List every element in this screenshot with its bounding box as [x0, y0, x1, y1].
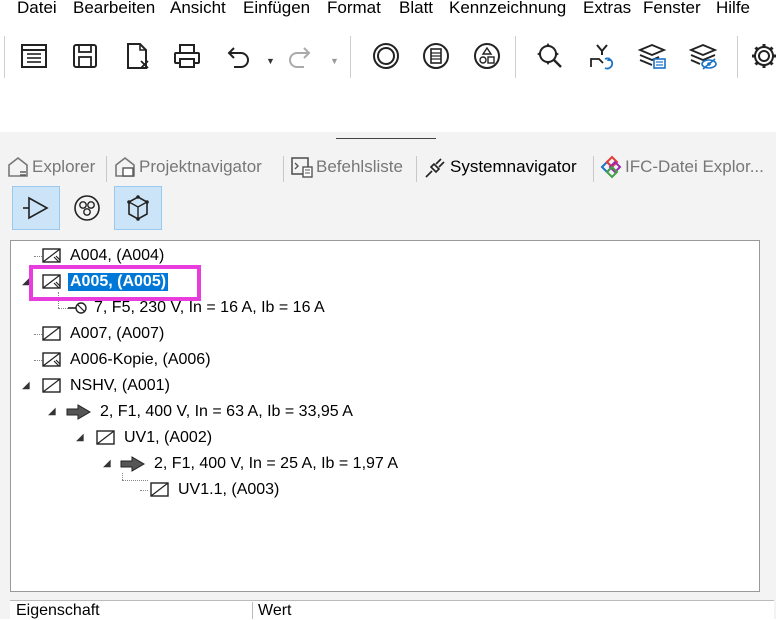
- tab-befehlsliste[interactable]: Befehlsliste: [290, 152, 403, 182]
- tree-connector: [34, 256, 42, 257]
- layers-eye-icon[interactable]: [685, 38, 721, 74]
- distribution-board-icon: [42, 378, 61, 393]
- cube-button[interactable]: [114, 186, 162, 230]
- menu-hilfe[interactable]: Hilfe: [716, 0, 750, 18]
- symbols-icon[interactable]: [469, 38, 505, 74]
- feeder-arrow-icon: [120, 456, 145, 472]
- tree-row-label: 2, F1, 400 V, In = 25 A, Ib = 1,97 A: [154, 455, 399, 472]
- save-icon[interactable]: [67, 38, 103, 74]
- tab-ifc-datei-explorer[interactable]: IFC-Datei Explor...: [599, 152, 764, 182]
- close-document-icon[interactable]: [119, 38, 155, 74]
- cabinet-icon[interactable]: [418, 38, 454, 74]
- tree-row-label: NSHV, (A001): [70, 377, 170, 394]
- three-circles-button[interactable]: [63, 186, 111, 230]
- tab-label: Explorer: [32, 157, 96, 176]
- tree-connector: [122, 480, 148, 481]
- menu-bearbeiten[interactable]: Bearbeiten: [73, 0, 155, 18]
- tree-connector: [140, 490, 148, 491]
- document-list-icon[interactable]: [16, 38, 52, 74]
- toolbar-separator: [737, 36, 738, 78]
- zoom-fit-icon[interactable]: [532, 38, 568, 74]
- tree-row-a007[interactable]: A007, (A007): [42, 322, 166, 346]
- tab-label: Projektnavigator: [139, 157, 262, 176]
- distribution-board-icon: [42, 248, 61, 263]
- tree-row-label: A006-Kopie, (A006): [70, 351, 211, 368]
- distribution-board-icon: [42, 352, 61, 367]
- undo-dropdown-icon[interactable]: ▼: [266, 56, 275, 66]
- expand-toggle-icon[interactable]: ◢: [48, 406, 56, 417]
- expand-toggle-icon[interactable]: ◢: [76, 432, 84, 443]
- tree-row-label: UV1, (A002): [124, 429, 213, 446]
- tab-separator: [283, 156, 284, 182]
- distribution-board-icon: [42, 326, 61, 341]
- tab-projektnavigator[interactable]: Projektnavigator: [113, 152, 262, 182]
- menu-einfuegen[interactable]: Einfügen: [243, 0, 310, 18]
- route-icon[interactable]: [584, 38, 620, 74]
- layers-icon[interactable]: [634, 38, 670, 74]
- menu-ansicht[interactable]: Ansicht: [170, 0, 226, 18]
- property-column-header[interactable]: Eigenschaft: [16, 602, 246, 619]
- three-circles-icon: [74, 195, 100, 221]
- tree-connector: [34, 334, 42, 335]
- distribution-board-icon: [150, 482, 169, 497]
- tab-label: Befehlsliste: [316, 157, 403, 176]
- tree-row-label: UV1.1, (A003): [178, 481, 280, 498]
- panel-splitter[interactable]: [336, 138, 436, 139]
- tab-separator: [593, 156, 594, 182]
- tree-row-a006[interactable]: A006-Kopie, (A006): [42, 348, 213, 372]
- tree-row-feeder-f1-63a[interactable]: 2, F1, 400 V, In = 63 A, Ib = 33,95 A: [66, 400, 355, 424]
- expand-toggle-icon[interactable]: ◢: [103, 458, 111, 469]
- play-arrow-button[interactable]: [12, 186, 60, 230]
- menu-kennzeichnung[interactable]: Kennzeichnung: [449, 0, 566, 18]
- print-icon[interactable]: [169, 38, 205, 74]
- menu-fenster[interactable]: Fenster: [643, 0, 701, 18]
- redo-dropdown-icon[interactable]: ▼: [330, 56, 339, 66]
- ifc-icon: [600, 155, 622, 179]
- column-separator[interactable]: [252, 602, 253, 619]
- selection-highlight-box: [29, 265, 201, 301]
- tree-row-label: 2, F1, 400 V, In = 63 A, Ib = 33,95 A: [100, 403, 353, 420]
- tab-systemnavigator[interactable]: Systemnavigator: [424, 152, 577, 182]
- circuit-lamp-icon: [68, 302, 87, 314]
- value-column-header[interactable]: Wert: [258, 602, 458, 619]
- tab-separator: [106, 156, 107, 182]
- tree-row-label: 7, F5, 230 V, In = 16 A, Ib = 16 A: [94, 299, 325, 316]
- house-navigator-icon: [115, 156, 135, 177]
- menu-datei[interactable]: Datei: [17, 0, 57, 18]
- plug-icon: [425, 158, 445, 178]
- house-icon: [8, 156, 28, 177]
- tree-row-label: A004, (A004): [70, 247, 165, 264]
- redo-icon[interactable]: [283, 38, 319, 74]
- tree-row-feeder-f1-25a[interactable]: 2, F1, 400 V, In = 25 A, Ib = 1,97 A: [120, 452, 400, 476]
- tab-label: IFC-Datei Explor...: [625, 157, 764, 176]
- distribution-board-icon: [96, 430, 115, 445]
- feeder-arrow-icon: [66, 404, 91, 420]
- tree-connector: [34, 360, 42, 361]
- undo-icon[interactable]: [219, 38, 255, 74]
- menu-format[interactable]: Format: [327, 0, 381, 18]
- tree-row-uv1-1[interactable]: UV1.1, (A003): [150, 478, 281, 502]
- tab-separator: [416, 156, 417, 182]
- tree-row-uv1[interactable]: UV1, (A002): [96, 426, 214, 450]
- command-list-icon: [291, 157, 313, 178]
- tab-label: Systemnavigator: [450, 157, 577, 176]
- menu-bar: Datei Bearbeiten Ansicht Einfügen Format…: [0, 0, 776, 22]
- settings-icon[interactable]: [749, 38, 776, 74]
- tree-connector: [58, 308, 68, 309]
- cube-icon: [127, 195, 149, 221]
- toolbar-separator: [515, 36, 516, 78]
- menu-blatt[interactable]: Blatt: [399, 0, 433, 18]
- expand-toggle-icon[interactable]: ◢: [22, 380, 30, 391]
- toolbar-separator: [350, 36, 351, 78]
- tab-explorer[interactable]: Explorer: [6, 152, 95, 182]
- circle-icon[interactable]: [368, 38, 404, 74]
- play-arrow-icon: [23, 196, 49, 220]
- menu-extras[interactable]: Extras: [583, 0, 631, 18]
- toolbar-separator: [4, 36, 5, 78]
- tree-row-label: A007, (A007): [70, 325, 165, 342]
- tree-row-nshv[interactable]: NSHV, (A001): [42, 374, 172, 398]
